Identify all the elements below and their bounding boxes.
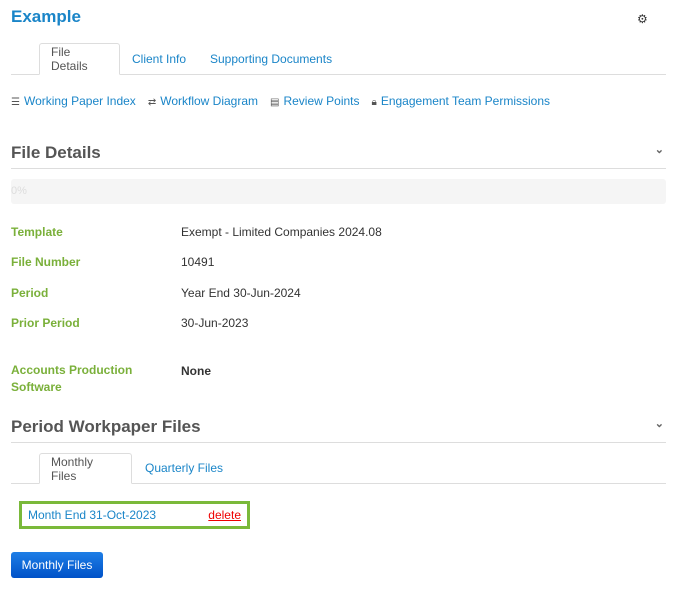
progress-bar: 0% [11,179,666,204]
field-label: Prior Period [11,316,80,330]
workflow-diagram-link[interactable]: ⇄ Workflow Diagram [148,94,258,108]
field-value: 30-Jun-2023 [181,316,249,330]
review-points-link[interactable]: ▤ Review Points [270,94,359,108]
section-title: File Details [11,143,101,162]
tab-client-info[interactable]: Client Info [121,43,197,74]
list-icon: ☰ [11,97,20,108]
file-link[interactable]: Month End 31-Oct-2023 [28,508,156,522]
file-details-header[interactable]: File Details ⌄ [11,143,666,169]
gear-icon[interactable]: ⚙ [637,12,648,26]
field-label: Template [11,225,63,239]
main-tabs: File Details Client Info Supporting Docu… [11,43,666,75]
chevron-down-icon[interactable]: ⌄ [655,417,664,430]
tab-supporting-documents[interactable]: Supporting Documents [199,43,343,74]
field-value: None [181,364,211,378]
workpaper-files-header[interactable]: Period Workpaper Files ⌄ [11,417,666,443]
tab-monthly-files[interactable]: Monthly Files [39,453,132,484]
progress-label: 0% [11,185,27,197]
field-value: Exempt - Limited Companies 2024.08 [181,225,382,239]
engagement-team-permissions-link[interactable]: 🔒︎ Engagement Team Permissions [372,94,551,108]
field-label: Accounts Production Software [11,363,133,394]
file-links: ☰ Working Paper Index ⇄ Workflow Diagram ▤… [11,94,550,108]
working-paper-index-link[interactable]: ☰ Working Paper Index [11,94,136,108]
section-title: Period Workpaper Files [11,417,201,436]
page-title: Example [11,7,81,26]
monthly-files-button[interactable]: Monthly Files [11,552,103,578]
file-list-item: Month End 31-Oct-2023 delete [19,501,250,529]
field-label: Period [11,286,49,300]
field-value: Year End 30-Jun-2024 [181,286,301,300]
tab-quarterly-files[interactable]: Quarterly Files [134,453,234,483]
tab-file-details[interactable]: File Details [39,43,120,75]
chevron-down-icon[interactable]: ⌄ [655,143,664,156]
retweet-icon: ⇄ [147,97,157,108]
field-label: File Number [11,255,81,269]
server-icon: ▤ [270,97,280,108]
delete-link[interactable]: delete [208,508,241,522]
workpaper-tabs: Monthly Files Quarterly Files [11,453,666,484]
field-value: 10491 [181,255,215,269]
lock-icon: 🔒︎ [371,97,377,108]
